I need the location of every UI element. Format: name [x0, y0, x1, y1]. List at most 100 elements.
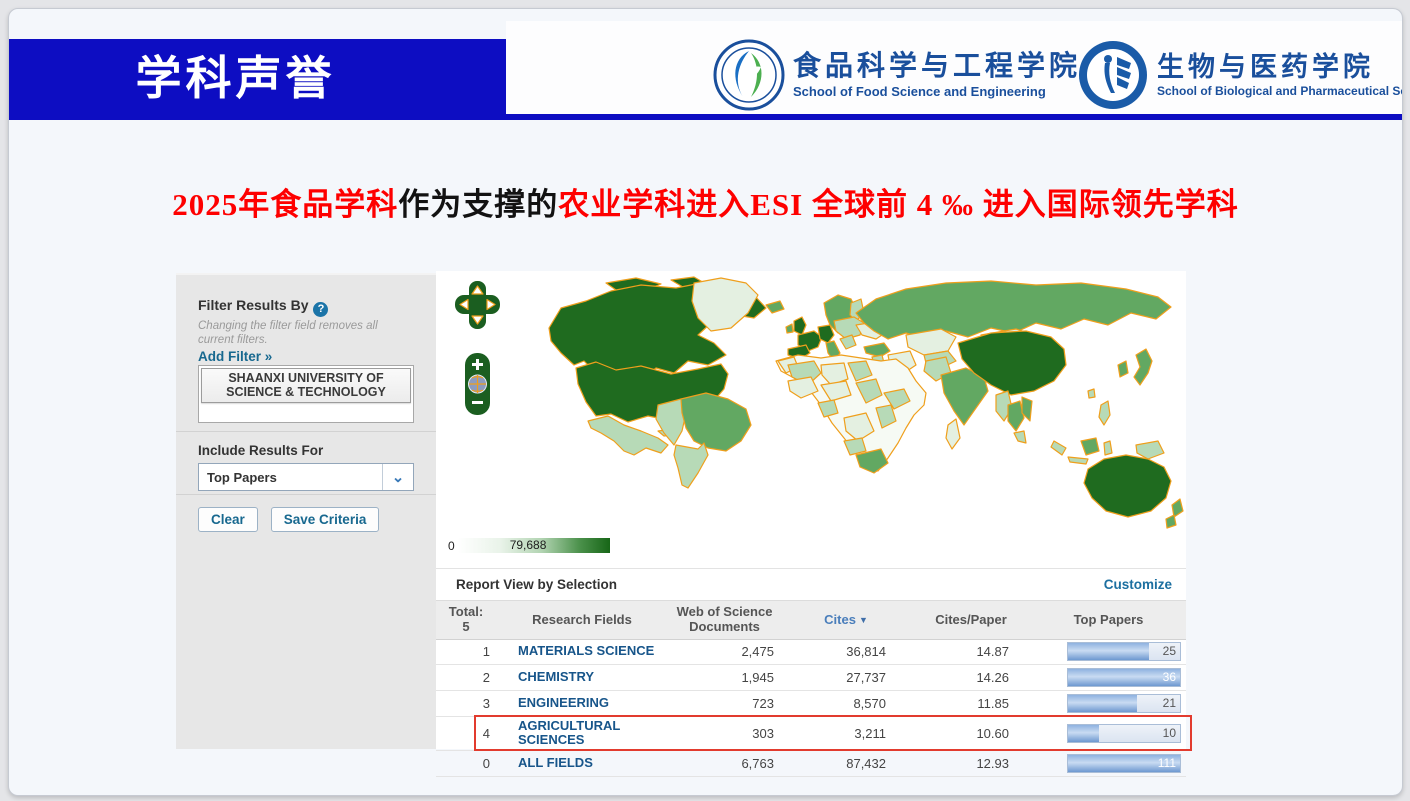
slide: 学科声誉 食品科学与工程学院 School of Food Science an…	[8, 8, 1403, 796]
esi-screenshot: Filter Results By? Changing the filter f…	[176, 271, 1186, 749]
save-criteria-button[interactable]: Save Criteria	[271, 507, 380, 532]
row-rank: 2	[436, 670, 496, 685]
cites-value: 8,570	[781, 696, 911, 711]
top-papers-value: 111	[1158, 755, 1176, 772]
country-nigeria	[818, 400, 838, 417]
table-row: 2CHEMISTRY1,94527,73714.26 36	[436, 665, 1186, 691]
clear-button[interactable]: Clear	[198, 507, 258, 532]
cites-per-paper-value: 12.93	[911, 756, 1031, 771]
world-choropleth-map[interactable]	[436, 273, 1186, 535]
country-philippines	[1099, 401, 1110, 425]
country-png	[1136, 441, 1164, 459]
customize-link[interactable]: Customize	[1104, 569, 1172, 601]
filter-note: Changing the filter field removes all cu…	[198, 319, 408, 348]
country-turkey	[864, 343, 890, 357]
col-wos-documents: Web of Science Documents	[668, 605, 781, 635]
row-rank: 4	[436, 726, 496, 741]
help-icon[interactable]: ?	[313, 302, 328, 317]
map-zoom-control[interactable]	[465, 353, 490, 415]
cites-value: 87,432	[781, 756, 911, 771]
row-rank: 0	[436, 756, 496, 771]
university-filter-item[interactable]: SHAANXI UNIVERSITY OF SCIENCE & TECHNOLO…	[201, 368, 411, 403]
col-cites-sort[interactable]: Cites▼	[781, 613, 911, 628]
legend-max: 79,688	[510, 538, 547, 553]
cites-per-paper-value: 14.26	[911, 670, 1031, 685]
esi-main-panel: 0 79,688 Report View by Selection Custom…	[436, 271, 1186, 749]
dropdown-value: Top Papers	[199, 470, 382, 485]
top-papers-cell: 111	[1031, 754, 1186, 773]
country-nz-north	[1172, 499, 1183, 517]
top-papers-cell: 21	[1031, 694, 1186, 713]
include-results-dropdown[interactable]: Top Papers ⌄	[198, 463, 414, 491]
country-sumatra	[1051, 441, 1066, 455]
wos-documents-value: 2,475	[668, 644, 781, 659]
top-papers-bar: 36	[1067, 668, 1181, 687]
zoom-out-icon[interactable]	[472, 401, 483, 404]
country-taiwan	[1088, 389, 1095, 398]
top-papers-cell: 36	[1031, 668, 1186, 687]
top-papers-bar-fill	[1068, 643, 1149, 660]
country-brazil	[681, 393, 751, 451]
map-legend: 0 79,688	[448, 538, 610, 553]
logo-bio-school: 生物与医药学院 School of Biological and Pharmac…	[1077, 39, 1403, 111]
country-argentina	[674, 443, 708, 488]
top-papers-bar: 10	[1067, 724, 1181, 743]
table-row: 1MATERIALS SCIENCE2,47536,81414.8725	[436, 639, 1186, 665]
map-pan-control[interactable]	[455, 281, 500, 329]
col-cites-per-paper: Cites/Paper	[911, 613, 1031, 628]
header-underline	[506, 114, 1402, 120]
row-rank: 3	[436, 696, 496, 711]
cites-value: 36,814	[781, 644, 911, 659]
country-iceland	[766, 301, 784, 313]
header-bar: 学科声誉	[9, 39, 506, 120]
wos-documents-value: 1,945	[668, 670, 781, 685]
bio-school-emblem-icon	[1077, 39, 1149, 111]
page-title: 学科声誉	[9, 39, 506, 118]
table-row: 0ALL FIELDS6,76387,43212.93 111	[436, 751, 1186, 777]
food-school-cn-title: 食品科学与工程学院	[793, 51, 1081, 83]
headline-part3: 农业学科进入ESI 全球前 4 ‰ 进入国际领先学科	[558, 187, 1238, 222]
cites-value: 27,737	[781, 670, 911, 685]
top-papers-cell: 25	[1031, 642, 1186, 661]
top-papers-bar: 21	[1067, 694, 1181, 713]
top-papers-value: 10	[1163, 725, 1176, 742]
wos-documents-value: 303	[668, 726, 781, 741]
top-papers-bar-fill	[1068, 725, 1099, 742]
country-australia	[1084, 455, 1171, 517]
total-header: Total:5	[436, 605, 496, 635]
top-papers-value: 21	[1163, 695, 1176, 712]
research-field-link[interactable]: CHEMISTRY	[496, 670, 668, 684]
cites-per-paper-value: 10.60	[911, 726, 1031, 741]
country-uk	[794, 317, 806, 335]
country-korea	[1118, 361, 1128, 377]
filter-sidebar: Filter Results By? Changing the filter f…	[176, 273, 436, 749]
headline-part1: 2025年食品学科	[172, 187, 398, 222]
bio-school-en-title: School of Biological and Pharmaceutical …	[1157, 84, 1403, 98]
legend-gradient-bar: 79,688	[458, 538, 610, 553]
cites-per-paper-value: 14.87	[911, 644, 1031, 659]
research-field-link[interactable]: ENGINEERING	[496, 696, 668, 710]
cites-per-paper-value: 11.85	[911, 696, 1031, 711]
food-school-emblem-icon	[713, 39, 785, 111]
top-papers-bar: 111	[1067, 754, 1181, 773]
top-papers-bar-fill	[1068, 695, 1137, 712]
report-view-bar: Report View by Selection Customize	[436, 568, 1186, 601]
add-filter-link[interactable]: Add Filter »	[198, 349, 272, 364]
country-japan	[1134, 349, 1152, 385]
research-field-link[interactable]: ALL FIELDS	[496, 756, 668, 770]
chevron-down-icon: ⌄	[382, 464, 413, 490]
country-sulawesi	[1104, 441, 1112, 455]
bio-school-cn-title: 生物与医药学院	[1157, 52, 1403, 83]
cites-value: 3,211	[781, 726, 911, 741]
table-row: 3ENGINEERING7238,57011.85 21	[436, 691, 1186, 717]
wos-documents-value: 723	[668, 696, 781, 711]
legend-min: 0	[448, 539, 455, 553]
wos-documents-value: 6,763	[668, 756, 781, 771]
research-field-link[interactable]: AGRICULTURAL SCIENCES	[496, 719, 668, 748]
country-java	[1068, 457, 1088, 464]
col-top-papers: Top Papers	[1031, 613, 1186, 628]
report-view-title: Report View by Selection	[456, 569, 617, 601]
col-research-fields: Research Fields	[496, 613, 668, 628]
sort-desc-icon: ▼	[859, 615, 868, 625]
research-field-link[interactable]: MATERIALS SCIENCE	[496, 644, 668, 658]
